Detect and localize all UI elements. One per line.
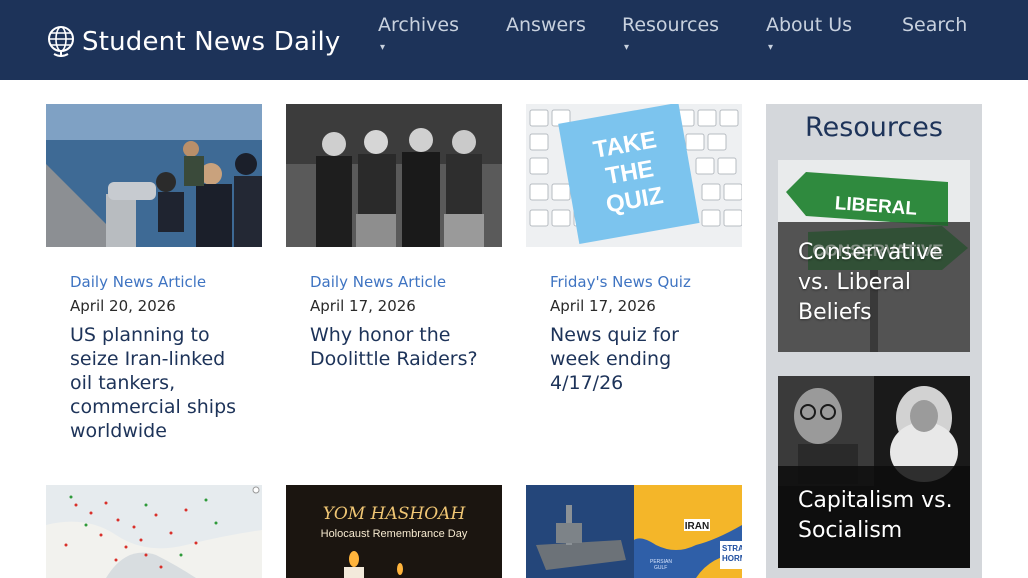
article-image-iran-warship-map[interactable]: IRAN PERSIAN GULF STRA HORM (526, 485, 742, 578)
chevron-down-icon: ▾ (624, 42, 630, 53)
nav-archives-label: Archives (378, 14, 459, 36)
nav-archives[interactable]: Archives ▾ (378, 14, 459, 53)
nav-answers[interactable]: Answers (506, 14, 586, 36)
map-label-gulf: GULF (654, 565, 667, 571)
yom-hashoah-subheading: Holocaust Remembrance Day (321, 528, 468, 540)
nav-resources[interactable]: Resources ▾ (622, 14, 719, 53)
article-image-map-ships[interactable] (46, 485, 262, 578)
article-category-link[interactable]: Friday's News Quiz (550, 273, 718, 291)
site-title: Student News Daily (82, 27, 341, 57)
article-date: April 17, 2026 (310, 297, 416, 315)
resource-card-label: Conservative vs. Liberal Beliefs (798, 240, 943, 325)
nav-about-us[interactable]: About Us ▾ (766, 14, 852, 53)
article-image-warship-sailors[interactable] (46, 104, 262, 247)
resources-sidebar: Resources LIBERAL CONSERVATIVE Conservat… (766, 104, 982, 578)
article-date: April 17, 2026 (550, 297, 656, 315)
article-title-link[interactable]: US planning to seize Iran-linked oil tan… (70, 323, 238, 443)
map-label-strait: STRA (722, 544, 742, 553)
resource-card-label: Capitalism vs. Socialism (798, 488, 953, 543)
article-image-doolittle-raiders[interactable] (286, 104, 502, 247)
map-label-hormuz: HORM (722, 554, 742, 563)
article-image-yom-hashoah[interactable]: YOM HASHOAH Holocaust Remembrance Day (286, 485, 502, 578)
article-card[interactable]: TAKE THE QUIZ Friday's News Quiz April 1… (526, 104, 742, 395)
article-image-take-the-quiz[interactable]: TAKE THE QUIZ (526, 104, 742, 247)
nav-answers-label: Answers (506, 14, 586, 36)
chevron-down-icon: ▾ (768, 42, 774, 53)
nav-search[interactable]: Search (902, 14, 967, 36)
nav-resources-label: Resources (622, 14, 720, 36)
chevron-down-icon: ▾ (380, 42, 386, 53)
resource-card-capitalism-socialism[interactable]: Capitalism vs. Socialism (778, 376, 970, 568)
article-category-link[interactable]: Daily News Article (70, 273, 238, 291)
article-card[interactable]: Daily News Article April 20, 2026 US pla… (46, 104, 262, 443)
article-title-link[interactable]: News quiz for week ending 4/17/26 (550, 323, 718, 395)
resource-card-conservative-liberal[interactable]: LIBERAL CONSERVATIVE Conservative vs. Li… (778, 160, 970, 352)
site-logo[interactable]: Student News Daily (46, 24, 341, 60)
article-category-link[interactable]: Daily News Article (310, 273, 478, 291)
site-header: Student News Daily Archives ▾ Answers Re… (0, 0, 1028, 80)
globe-icon (48, 26, 74, 57)
article-date: April 20, 2026 (70, 297, 176, 315)
nav-about-us-label: About Us (766, 14, 853, 36)
sidebar-title: Resources (805, 112, 943, 143)
article-card[interactable]: Daily News Article April 17, 2026 Why ho… (286, 104, 502, 371)
article-title-link[interactable]: Why honor the Doolittle Raiders? (310, 323, 478, 371)
map-label-iran: IRAN (685, 521, 709, 532)
yom-hashoah-heading: YOM HASHOAH (323, 504, 467, 524)
nav-search-label: Search (902, 14, 968, 36)
